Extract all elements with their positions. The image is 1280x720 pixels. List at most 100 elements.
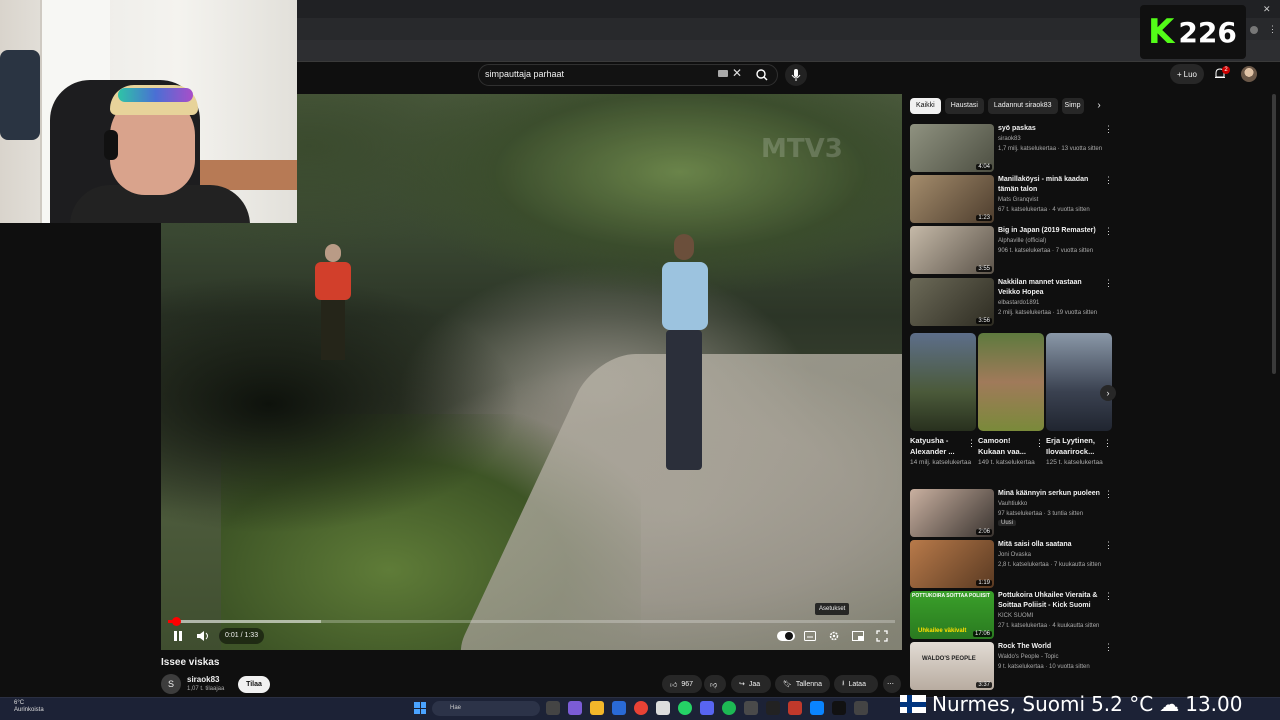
more-options-icon[interactable]: ⋮ <box>1104 489 1113 500</box>
more-options-icon[interactable]: ⋮ <box>1104 642 1113 653</box>
recommendation-channel[interactable]: Mats Granqvist <box>998 197 1038 203</box>
recommendation-title[interactable]: Minä käännyin serkun puoleen <box>998 489 1104 499</box>
miniplayer-button[interactable] <box>850 628 866 644</box>
seek-handle[interactable] <box>171 617 181 626</box>
browser-menu-icon[interactable]: ⋮ <box>1268 24 1277 35</box>
download-button[interactable]: ⭳ Lataa <box>834 675 878 693</box>
channel-avatar[interactable]: S <box>161 674 181 694</box>
video-thumbnail[interactable]: 3:56 <box>910 278 994 326</box>
taskbar-search[interactable]: Hae <box>432 701 540 716</box>
app-icon[interactable] <box>854 701 868 715</box>
recommendation-title[interactable]: Pottukoira Uhkailee Vieraita & Soittaa P… <box>998 591 1104 611</box>
keyboard-icon[interactable] <box>718 70 728 77</box>
app-icon[interactable] <box>810 701 824 715</box>
more-options-icon[interactable]: ⋮ <box>1104 124 1113 135</box>
subtitles-button[interactable] <box>802 628 818 644</box>
video-thumbnail[interactable]: 1:23 <box>910 175 994 223</box>
short-title[interactable]: Erja Lyytinen, Ilovaarirock... <box>1046 435 1102 457</box>
recommendation-channel[interactable]: Waldo's People - Topic <box>998 654 1059 660</box>
autoplay-toggle[interactable] <box>777 631 795 641</box>
discord-icon[interactable] <box>700 701 714 715</box>
more-options-icon[interactable]: ⋮ <box>1104 226 1113 237</box>
chips-next-chevron-icon[interactable]: › <box>1093 98 1105 114</box>
more-options-icon[interactable]: ⋮ <box>1104 591 1113 602</box>
more-options-icon[interactable]: ⋮ <box>1103 438 1112 449</box>
recommendation-item[interactable]: WALDO'S PEOPLE 3:37 Rock The World Waldo… <box>910 642 1120 690</box>
video-thumbnail[interactable]: 1:19 <box>910 540 994 588</box>
more-actions-button[interactable]: ⋯ <box>883 675 901 693</box>
mail-icon[interactable] <box>612 701 626 715</box>
recommendation-title[interactable]: Rock The World <box>998 642 1104 652</box>
short-title[interactable]: Katyusha - Alexander ... <box>910 435 966 457</box>
recommendation-channel[interactable]: Vauhtiukko <box>998 501 1027 507</box>
recommendation-title[interactable]: syö paskas <box>998 124 1104 134</box>
recommendation-channel[interactable]: siraok83 <box>998 136 1021 142</box>
more-options-icon[interactable]: ⋮ <box>967 438 976 449</box>
volume-button[interactable] <box>195 628 211 644</box>
pause-button[interactable] <box>170 628 186 644</box>
short-thumbnail[interactable] <box>1046 333 1112 431</box>
page-scrollbar[interactable] <box>1272 94 1276 374</box>
weather-widget[interactable]: 6°C Aurinkoista <box>14 700 44 714</box>
chip-channel[interactable]: Ladannut siraok83 <box>987 98 1058 114</box>
short-item[interactable]: Katyusha - Alexander ... 14 milj. katsel… <box>910 333 976 468</box>
recommendation-channel[interactable]: Alphaville (official) <box>998 238 1046 244</box>
settings-button[interactable] <box>826 628 842 644</box>
video-thumbnail[interactable]: 2:06 <box>910 489 994 537</box>
account-avatar[interactable] <box>1241 66 1257 82</box>
more-options-icon[interactable]: ⋮ <box>1035 438 1044 449</box>
save-button[interactable]: 🔖︎ Tallenna <box>775 675 830 693</box>
chip-simp[interactable]: Simp <box>1061 98 1084 114</box>
recommendation-item[interactable]: 1:23 Manillaköysi - minä kaadan tämän ta… <box>910 175 1120 223</box>
file-explorer-icon[interactable] <box>590 701 604 715</box>
more-options-icon[interactable]: ⋮ <box>1104 540 1113 551</box>
recommendation-item[interactable]: 1:19 Mitä saisi olla saatana Joni Ovaska… <box>910 540 1120 588</box>
seek-bar[interactable] <box>168 617 895 626</box>
like-button[interactable]: 👍︎ 967 <box>662 675 702 693</box>
short-thumbnail[interactable] <box>910 333 976 431</box>
app-icon[interactable] <box>788 701 802 715</box>
video-thumbnail[interactable]: POTTUKOIRA SOITTAA POLIISIT Uhkailee väk… <box>910 591 994 639</box>
subscribe-button[interactable]: Tilaa <box>238 676 270 693</box>
short-title[interactable]: Camoon! Kukaan vaa... <box>978 435 1034 457</box>
video-thumbnail[interactable]: 4:04 <box>910 124 994 172</box>
whatsapp-icon[interactable] <box>678 701 692 715</box>
profile-icon[interactable] <box>1250 26 1258 34</box>
short-thumbnail[interactable] <box>978 333 1044 431</box>
recommendation-item[interactable]: POTTUKOIRA SOITTAA POLIISIT Uhkailee väk… <box>910 591 1120 639</box>
chrome-icon[interactable] <box>634 701 648 715</box>
recommendation-item[interactable]: 4:04 syö paskas siraok83 1,7 milj. katse… <box>910 124 1120 172</box>
obs-icon[interactable] <box>656 701 670 715</box>
dislike-button[interactable]: 👎︎ <box>704 675 726 693</box>
fullscreen-button[interactable] <box>874 628 890 644</box>
recommendation-item[interactable]: 3:55 Big in Japan (2019 Remaster) Alphav… <box>910 226 1120 274</box>
recommendation-channel[interactable]: KICK SUOMI <box>998 613 1033 619</box>
voice-search-button[interactable] <box>785 64 807 86</box>
recommendation-title[interactable]: Mitä saisi olla saatana <box>998 540 1104 550</box>
copilot-icon[interactable] <box>568 701 582 715</box>
video-thumbnail[interactable]: 3:55 <box>910 226 994 274</box>
create-button[interactable]: + Luo <box>1170 64 1204 84</box>
app-icon[interactable] <box>766 701 780 715</box>
share-button[interactable]: ↪ Jaa <box>731 675 771 693</box>
recommendation-channel[interactable]: elbastardo1891 <box>998 300 1039 306</box>
chip-all[interactable]: Kaikki <box>910 98 941 114</box>
chip-for-you[interactable]: Haustasi <box>944 98 984 114</box>
video-thumbnail[interactable]: WALDO'S PEOPLE 3:37 <box>910 642 994 690</box>
recommendation-item[interactable]: 3:56 Nakkilan mannet vastaan Veikko Hope… <box>910 278 1120 326</box>
recommendation-title[interactable]: Manillaköysi - minä kaadan tämän talon <box>998 175 1104 195</box>
recommendation-channel[interactable]: Joni Ovaska <box>998 552 1031 558</box>
channel-name[interactable]: siraok83 <box>187 675 219 684</box>
short-item[interactable]: Camoon! Kukaan vaa... 149 t. katselukert… <box>978 333 1044 468</box>
more-options-icon[interactable]: ⋮ <box>1104 278 1113 289</box>
spotify-icon[interactable] <box>722 701 736 715</box>
x-icon[interactable] <box>832 701 846 715</box>
search-query[interactable]: simpauttaja parhaat <box>485 69 564 79</box>
recommendation-title[interactable]: Nakkilan mannet vastaan Veikko Hopea <box>998 278 1104 298</box>
steam-icon[interactable] <box>744 701 758 715</box>
recommendation-title[interactable]: Big in Japan (2019 Remaster) <box>998 226 1104 236</box>
short-item[interactable]: Erja Lyytinen, Ilovaarirock... 125 t. ka… <box>1046 333 1112 468</box>
recommendation-item[interactable]: 2:06 Minä käännyin serkun puoleen Vauhti… <box>910 489 1120 537</box>
search-button[interactable] <box>750 64 774 86</box>
clear-search-icon[interactable]: ✕ <box>732 66 742 80</box>
